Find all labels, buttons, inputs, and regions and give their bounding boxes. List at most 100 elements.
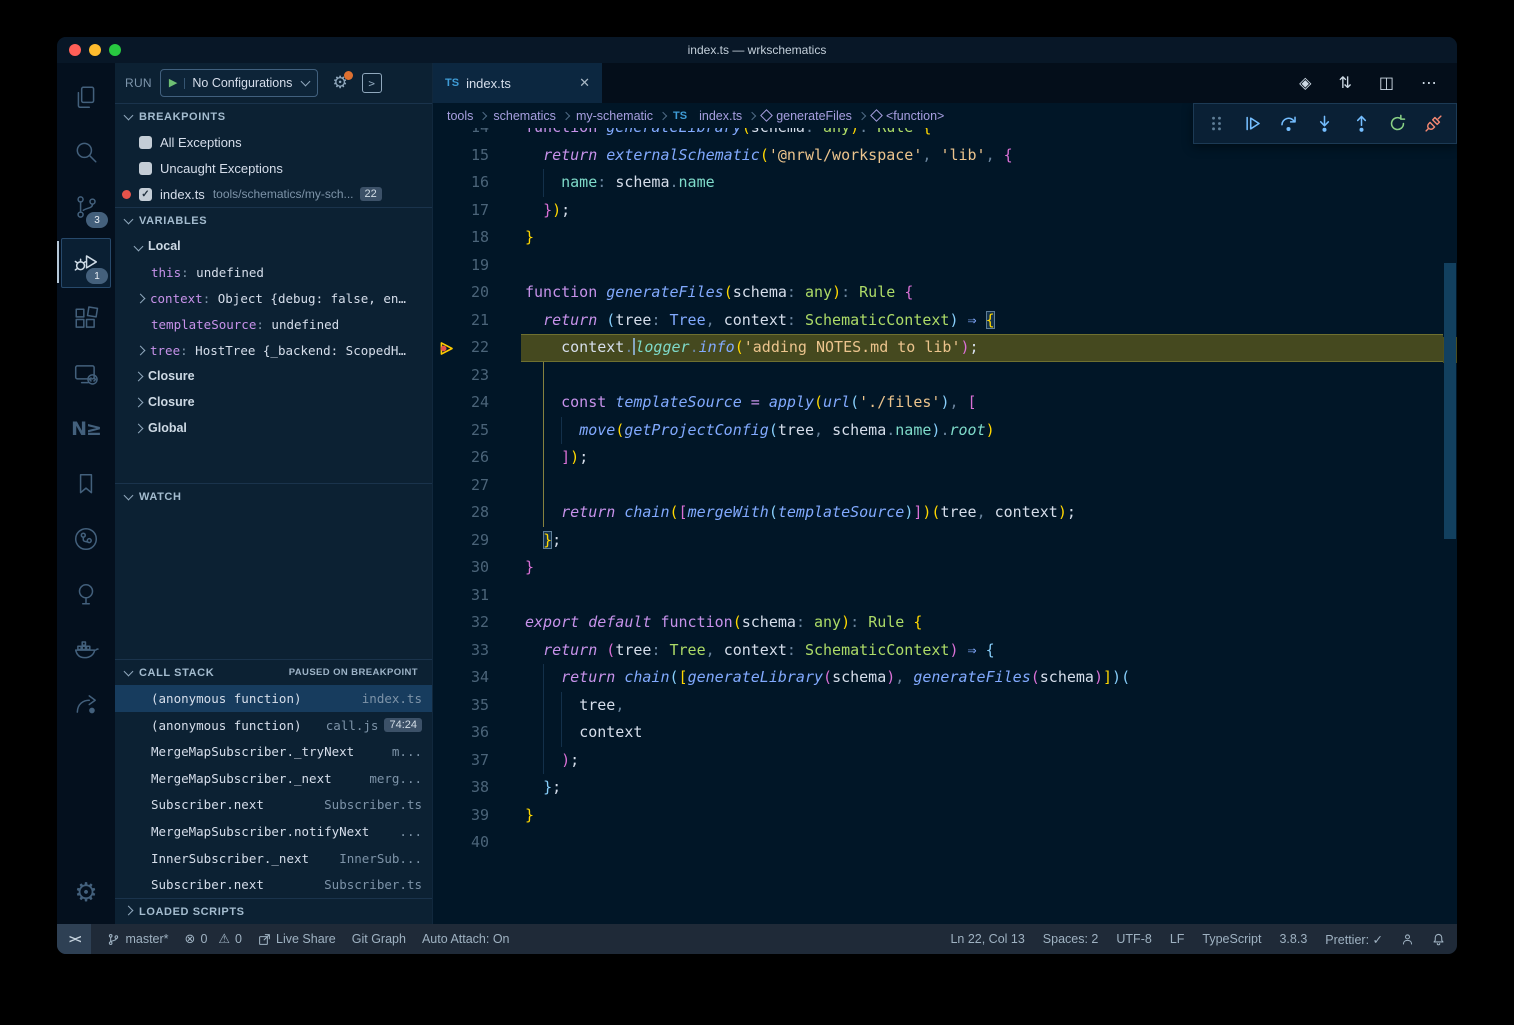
configure-launch-button[interactable]: ⚙: [332, 73, 347, 93]
activity-bar-gitlens[interactable]: [62, 515, 110, 563]
variable-row-templateSource[interactable]: templateSource: undefined: [115, 311, 432, 337]
breakpoint-row[interactable]: Uncaught Exceptions: [115, 155, 432, 181]
variable-row-context[interactable]: context: Object {debug: false, en…: [115, 285, 432, 311]
activity-bar-explorer[interactable]: [62, 73, 110, 121]
status-git-graph[interactable]: Git Graph: [352, 932, 406, 946]
breadcrumb-item[interactable]: my-schematic: [576, 109, 653, 123]
status-notifications[interactable]: [1432, 933, 1445, 946]
status-feedback[interactable]: [1401, 933, 1414, 946]
call-stack-section-header[interactable]: CALL STACK PAUSED ON BREAKPOINT: [115, 659, 432, 685]
variables-section-header[interactable]: VARIABLES: [115, 207, 432, 233]
breadcrumb-item[interactable]: generateFiles: [762, 109, 852, 123]
close-tab-icon[interactable]: ✕: [567, 75, 590, 91]
code-line-33[interactable]: 33 return (tree: Tree, context: Schemati…: [433, 637, 1443, 665]
status-encoding[interactable]: UTF-8: [1116, 932, 1151, 946]
code-line-17[interactable]: 17 });: [433, 197, 1443, 225]
variable-scope-local[interactable]: Local: [115, 233, 432, 259]
breakpoint-checkbox[interactable]: [139, 136, 152, 149]
call-stack-frame[interactable]: Subscriber.nextSubscriber.ts: [115, 792, 432, 819]
activity-bar-run-and-debug[interactable]: 1: [61, 238, 111, 288]
more-actions-icon[interactable]: ⋯: [1421, 75, 1437, 91]
disconnect-button[interactable]: [1419, 109, 1449, 139]
code-line-32[interactable]: 32export default function(schema: any): …: [433, 609, 1443, 637]
tab-index-ts[interactable]: TS index.ts ✕: [433, 63, 602, 103]
activity-bar-settings[interactable]: ⚙: [62, 869, 110, 917]
call-stack-frame[interactable]: InnerSubscriber._nextInnerSub...: [115, 845, 432, 872]
status-eol[interactable]: LF: [1170, 932, 1185, 946]
step-into-button[interactable]: [1310, 109, 1340, 139]
code-line-19[interactable]: 19: [433, 252, 1443, 280]
code-line-15[interactable]: 15 return externalSchematic('@nrwl/works…: [433, 142, 1443, 170]
variable-row-tree[interactable]: tree: HostTree {_backend: ScopedH…: [115, 337, 432, 363]
activity-bar-remote-explorer[interactable]: [62, 350, 110, 398]
status-cursor-position[interactable]: Ln 22, Col 13: [950, 932, 1024, 946]
call-stack-frame[interactable]: MergeMapSubscriber._tryNextm...: [115, 738, 432, 765]
activity-bar-nx-console[interactable]: N≥: [62, 405, 110, 453]
breadcrumb-item[interactable]: TSindex.ts: [673, 109, 742, 123]
activity-bar-extensions[interactable]: [62, 295, 110, 343]
loaded-scripts-section-header[interactable]: LOADED SCRIPTS: [115, 898, 432, 924]
code-line-34[interactable]: 34 return chain([generateLibrary(schema)…: [433, 664, 1443, 692]
activity-bar-live-share[interactable]: [62, 680, 110, 728]
code-line-37[interactable]: 37 );: [433, 747, 1443, 775]
call-stack-frame[interactable]: (anonymous function)index.ts: [115, 685, 432, 712]
code-line-26[interactable]: 26 ]);: [433, 444, 1443, 472]
open-changes-icon[interactable]: ◈: [1299, 75, 1311, 91]
code-area[interactable]: 14function generateLibrary(schema: any):…: [433, 128, 1443, 924]
code-line-21[interactable]: 21 return (tree: Tree, context: Schemati…: [433, 307, 1443, 335]
activity-bar-source-control[interactable]: 3: [62, 183, 110, 231]
continue-button[interactable]: [1237, 109, 1267, 139]
code-line-36[interactable]: 36 context: [433, 719, 1443, 747]
code-line-35[interactable]: 35 tree,: [433, 692, 1443, 720]
compare-changes-icon[interactable]: ⇅: [1338, 75, 1351, 91]
status-prettier[interactable]: Prettier: ✓: [1325, 932, 1383, 947]
activity-bar-search[interactable]: [62, 128, 110, 176]
call-stack-frame[interactable]: (anonymous function)call.js74:24: [115, 712, 432, 739]
title-bar[interactable]: index.ts — wrkschematics: [57, 37, 1457, 63]
scrollbar-thumb[interactable]: [1444, 263, 1456, 539]
code-line-25[interactable]: 25 move(getProjectConfig(tree, schema.na…: [433, 417, 1443, 445]
breadcrumb-item[interactable]: <function>: [872, 109, 944, 123]
breakpoint-row[interactable]: All Exceptions: [115, 129, 432, 155]
code-line-29[interactable]: 29 };: [433, 527, 1443, 555]
watch-section-header[interactable]: WATCH: [115, 483, 432, 509]
code-line-24[interactable]: 24 const templateSource = apply(url('./f…: [433, 389, 1443, 417]
code-line-31[interactable]: 31: [433, 582, 1443, 610]
code-line-39[interactable]: 39}: [433, 802, 1443, 830]
code-line-27[interactable]: 27: [433, 472, 1443, 500]
code-line-22[interactable]: 22 context.logger.info('adding NOTES.md …: [433, 334, 1443, 362]
code-line-23[interactable]: 23: [433, 362, 1443, 390]
launch-configuration-dropdown[interactable]: ▶ No Configurations: [160, 69, 319, 97]
restart-button[interactable]: [1383, 109, 1413, 139]
activity-bar-docker[interactable]: [62, 625, 110, 673]
status-git-branch[interactable]: master*: [107, 932, 168, 946]
status-indentation[interactable]: Spaces: 2: [1043, 932, 1099, 946]
breakpoint-checkbox[interactable]: [139, 162, 152, 175]
code-line-30[interactable]: 30}: [433, 554, 1443, 582]
status-auto-attach[interactable]: Auto Attach: On: [422, 932, 510, 946]
breakpoints-section-header[interactable]: BREAKPOINTS: [115, 103, 432, 129]
code-line-16[interactable]: 16 name: schema.name: [433, 169, 1443, 197]
code-line-18[interactable]: 18}: [433, 224, 1443, 252]
step-over-button[interactable]: [1274, 109, 1304, 139]
step-out-button[interactable]: [1346, 109, 1376, 139]
code-line-38[interactable]: 38 };: [433, 774, 1443, 802]
variable-row-this[interactable]: this: undefined: [115, 259, 432, 285]
status-ts-version[interactable]: 3.8.3: [1279, 932, 1307, 946]
call-stack-frame[interactable]: MergeMapSubscriber.notifyNext...: [115, 818, 432, 845]
status-problems[interactable]: ⊗ 0⚠ 0: [185, 932, 242, 947]
remote-indicator[interactable]: ><: [57, 924, 91, 954]
activity-bar-bookmarks[interactable]: [62, 460, 110, 508]
code-line-20[interactable]: 20function generateFiles(schema: any): R…: [433, 279, 1443, 307]
breadcrumb-item[interactable]: tools: [447, 109, 473, 123]
breadcrumb-item[interactable]: schematics: [493, 109, 556, 123]
debug-console-button[interactable]: >: [362, 73, 382, 93]
breakpoint-checkbox[interactable]: ✓: [139, 188, 152, 201]
variable-scope-closure[interactable]: Closure: [115, 389, 432, 415]
drag-handle[interactable]: [1201, 109, 1231, 139]
status-live-share[interactable]: Live Share: [258, 932, 336, 946]
variable-scope-closure[interactable]: Closure: [115, 363, 432, 389]
code-line-28[interactable]: 28 return chain([mergeWith(templateSourc…: [433, 499, 1443, 527]
split-editor-icon[interactable]: ◫: [1379, 75, 1394, 91]
breakpoint-row[interactable]: ✓index.tstools/schematics/my-sch...22: [115, 181, 432, 207]
